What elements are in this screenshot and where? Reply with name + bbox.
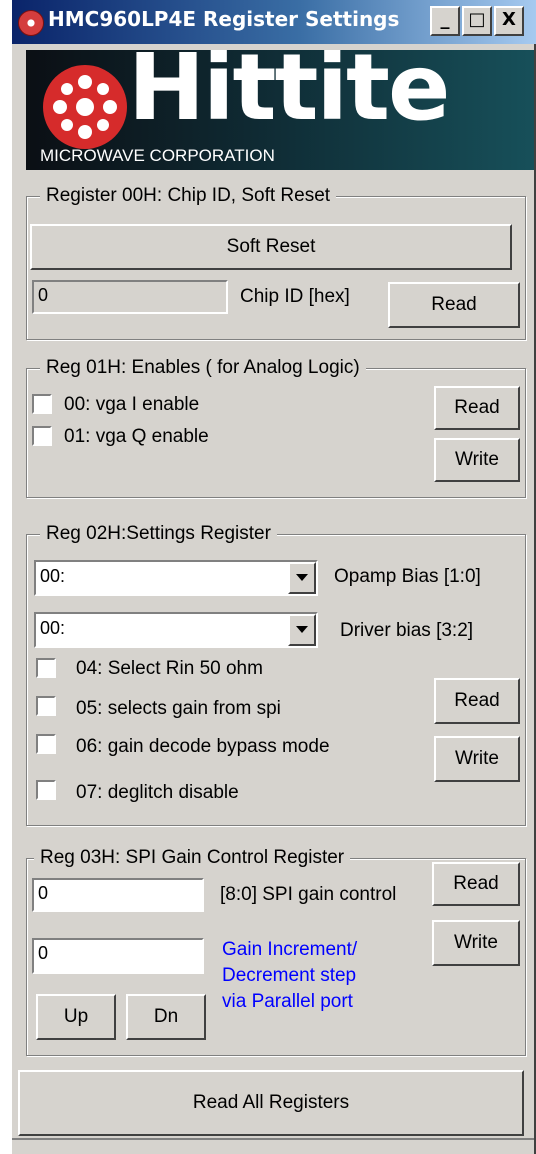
title-bar[interactable]: HMC960LP4E Register Settings _ □ X <box>12 0 536 44</box>
gain-step-label-line3: via Parallel port <box>222 991 353 1012</box>
window-title: HMC960LP4E Register Settings <box>48 7 400 31</box>
opamp-bias-value: 00: <box>40 566 66 586</box>
soft-reset-button[interactable]: Soft Reset <box>30 224 512 270</box>
company-logo: Hittite MICROWAVE CORPORATION <box>26 50 536 170</box>
gain-step-label-line1: Gain Increment/ <box>222 939 358 960</box>
minimize-button[interactable]: _ <box>430 6 460 36</box>
reg01-write-button[interactable]: Write <box>434 438 520 482</box>
reg00-title: Register 00H: Chip ID, Soft Reset <box>40 184 337 208</box>
logo-subtitle: MICROWAVE CORPORATION <box>40 146 275 165</box>
select-rin-label: 04: Select Rin 50 ohm <box>76 658 263 679</box>
reg03-write-button[interactable]: Write <box>432 920 520 966</box>
driver-bias-select[interactable]: 00: <box>34 612 318 648</box>
spi-gain-label: [8:0] SPI gain control <box>220 884 397 905</box>
gain-up-button[interactable]: Up <box>36 994 116 1040</box>
read-all-registers-button[interactable]: Read All Registers <box>18 1070 524 1136</box>
vga-q-enable-label: 01: vga Q enable <box>64 426 209 447</box>
logo-emblem-icon <box>43 65 127 149</box>
gain-from-spi-checkbox[interactable] <box>36 696 56 716</box>
deglitch-disable-checkbox[interactable] <box>36 780 56 800</box>
reg00-read-button[interactable]: Read <box>388 282 520 328</box>
reg02-title: Reg 02H:Settings Register <box>40 522 277 546</box>
spi-gain-input[interactable]: 0 <box>32 878 204 912</box>
opamp-bias-select[interactable]: 00: <box>34 560 318 596</box>
chevron-down-icon[interactable] <box>288 562 316 594</box>
gain-decode-bypass-checkbox[interactable] <box>36 734 56 754</box>
driver-bias-label: Driver bias [3:2] <box>340 620 474 641</box>
close-button[interactable]: X <box>494 6 524 36</box>
driver-bias-value: 00: <box>40 618 66 638</box>
window-bottom-edge <box>12 1138 536 1140</box>
vga-i-enable-label: 00: vga I enable <box>64 394 200 415</box>
app-window: HMC960LP4E Register Settings _ □ X Hitti… <box>12 0 536 1154</box>
reg02-read-button[interactable]: Read <box>434 678 520 724</box>
gain-decode-bypass-label: 06: gain decode bypass mode <box>76 736 330 757</box>
reg03-read-button[interactable]: Read <box>432 862 520 906</box>
gain-step-label-line2: Decrement step <box>222 965 357 986</box>
app-icon[interactable] <box>18 10 44 36</box>
chevron-down-icon[interactable] <box>288 614 316 646</box>
gain-from-spi-label: 05: selects gain from spi <box>76 698 281 719</box>
reg02-write-button[interactable]: Write <box>434 736 520 782</box>
reg01-read-button[interactable]: Read <box>434 386 520 430</box>
reg03-title: Reg 03H: SPI Gain Control Register <box>34 846 351 870</box>
maximize-button[interactable]: □ <box>462 6 492 36</box>
gain-step-input[interactable]: 0 <box>32 938 204 974</box>
select-rin-checkbox[interactable] <box>36 658 56 678</box>
deglitch-disable-label: 07: deglitch disable <box>76 782 239 803</box>
logo-wordmark: Hittite <box>128 50 450 141</box>
reg01-title: Reg 01H: Enables ( for Analog Logic) <box>40 356 366 380</box>
chip-id-field[interactable]: 0 <box>32 280 228 314</box>
gain-down-button[interactable]: Dn <box>126 994 206 1040</box>
opamp-bias-label: Opamp Bias [1:0] <box>334 566 481 587</box>
chip-id-label: Chip ID [hex] <box>240 286 350 307</box>
vga-i-enable-checkbox[interactable] <box>32 394 52 414</box>
vga-q-enable-checkbox[interactable] <box>32 426 52 446</box>
